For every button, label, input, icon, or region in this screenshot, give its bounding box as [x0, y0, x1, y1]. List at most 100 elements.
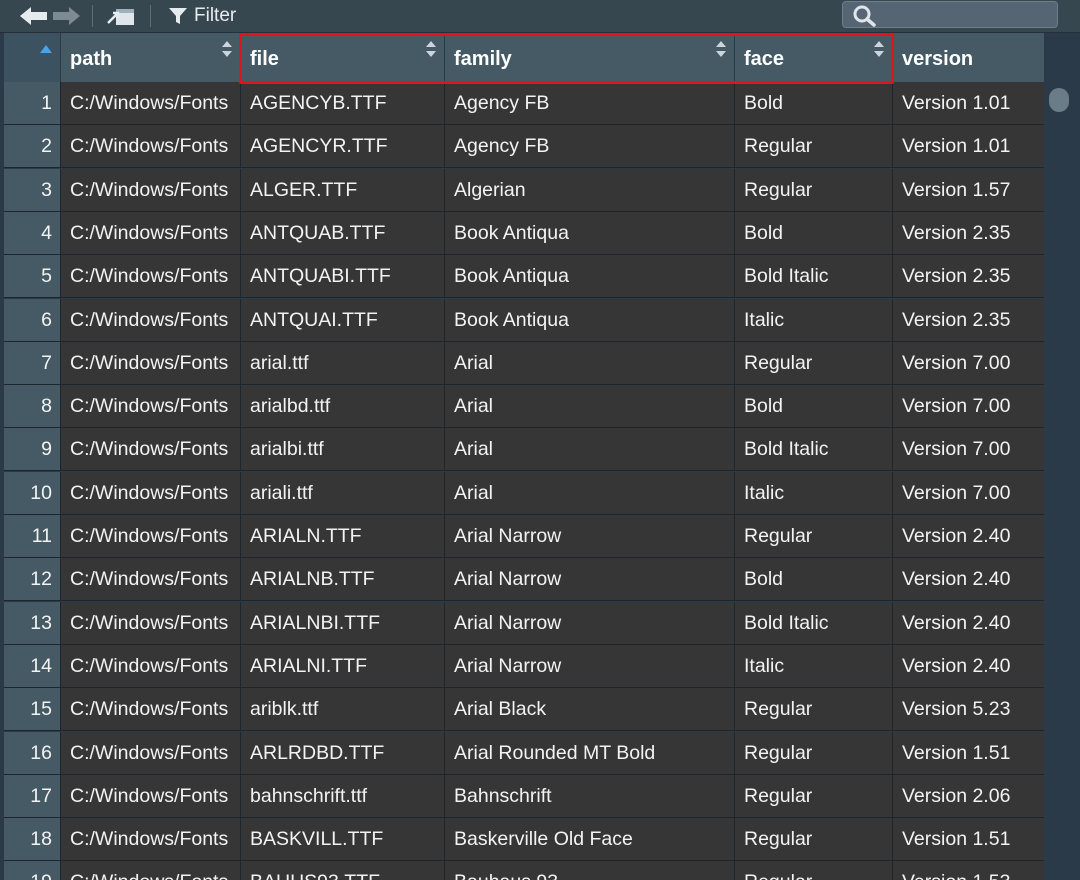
table-row[interactable]: 6 C:/Windows/Fonts ANTQUAI.TTF Book Antiqua… — [4, 298, 1044, 342]
column-header-version[interactable]: version — [893, 33, 1044, 82]
cell-face: Italic — [735, 298, 893, 341]
cell-version: Version 2.40 — [893, 601, 1044, 644]
cell-path: C:/Windows/Fonts — [61, 255, 241, 298]
cell-face: Regular — [735, 341, 893, 384]
sort-ascending-icon — [40, 45, 52, 53]
cell-face: Regular — [735, 125, 893, 168]
cell-version: Version 7.00 — [893, 341, 1044, 384]
row-number: 3 — [4, 168, 61, 211]
table-row[interactable]: 17 C:/Windows/Fonts bahnschrift.ttf Bahnsch… — [4, 774, 1044, 818]
scroll-corner — [1044, 33, 1080, 82]
cell-family: Book Antiqua — [445, 211, 735, 254]
cell-face: Bold — [735, 385, 893, 428]
column-header-family[interactable]: family — [445, 33, 735, 82]
table-row[interactable]: 12 C:/Windows/Fonts ARIALNB.TTF Arial Narro… — [4, 558, 1044, 602]
arrow-right-icon — [53, 7, 80, 25]
sort-arrows-icon — [222, 41, 232, 57]
column-header-face[interactable]: face — [735, 33, 893, 82]
cell-path: C:/Windows/Fonts — [61, 818, 241, 861]
row-number: 14 — [4, 644, 61, 687]
filter-button[interactable]: Filter — [168, 4, 248, 28]
cell-face: Bold — [735, 211, 893, 254]
viewer-toolbar: Filter — [0, 0, 1080, 33]
table-row[interactable]: 2 C:/Windows/Fonts AGENCYR.TTF Agency FB Reg… — [4, 125, 1044, 169]
cell-file: ariblk.ttf — [241, 688, 445, 731]
cell-family: Baskerville Old Face — [445, 818, 735, 861]
cell-file: BASKVILL.TTF — [241, 818, 445, 861]
table-row[interactable]: 8 C:/Windows/Fonts arialbd.ttf Arial Bold Ver… — [4, 385, 1044, 429]
cell-path: C:/Windows/Fonts — [61, 644, 241, 687]
popout-button[interactable] — [106, 4, 136, 28]
column-header-file[interactable]: file — [241, 33, 445, 82]
table-row[interactable]: 13 C:/Windows/Fonts ARIALNBI.TTF Arial Narr… — [4, 601, 1044, 645]
cell-version: Version 1.01 — [893, 82, 1044, 124]
row-number: 10 — [4, 471, 61, 514]
cell-family: Arial Narrow — [445, 515, 735, 557]
search-input[interactable] — [883, 4, 1055, 27]
cell-family: Algerian — [445, 168, 735, 211]
cell-version: Version 1.57 — [893, 168, 1044, 211]
sort-arrows-icon — [426, 41, 436, 57]
row-number: 1 — [4, 82, 61, 124]
table-row[interactable]: 19C:/Windows/FontsBAUHS93.TTFBauhaus 93R… — [4, 861, 1044, 880]
cell-path: C:/Windows/Fonts — [61, 558, 241, 601]
table-row[interactable]: 14 C:/Windows/Fonts ARIALNI.TTF Arial Narro… — [4, 644, 1044, 688]
table-row[interactable]: 4 C:/Windows/Fonts ANTQUAB.TTF Book Antiqua… — [4, 211, 1044, 255]
table-row[interactable]: 10 C:/Windows/Fonts ariali.ttf Arial Italic V… — [4, 471, 1044, 515]
cell-family: Book Antiqua — [445, 255, 735, 298]
cell-path: C:/Windows/Fonts — [61, 385, 241, 428]
cell-face: Regular — [735, 168, 893, 211]
forward-button[interactable] — [52, 4, 80, 28]
sort-arrows-icon — [716, 41, 726, 57]
cell-path: C:/Windows/Fonts — [61, 298, 241, 341]
cell-family: Agency FB — [445, 125, 735, 168]
row-number: 8 — [4, 385, 61, 428]
cell-face: Bold Italic — [735, 601, 893, 644]
cell-face: Bold Italic — [735, 255, 893, 298]
cell-path: C:/Windows/Fonts — [61, 168, 241, 211]
cell-file: AGENCYR.TTF — [241, 125, 445, 168]
column-header-path[interactable]: path — [61, 33, 241, 82]
row-number: 15 — [4, 688, 61, 731]
cell-family: Arial — [445, 471, 735, 514]
vertical-scrollbar[interactable] — [1044, 82, 1080, 880]
cell-path: C:/Windows/Fonts — [61, 731, 241, 774]
table-row[interactable]: 1 C:/Windows/Fonts AGENCYB.TTF Agency FB Bol… — [4, 82, 1044, 125]
table-row[interactable]: 16 C:/Windows/Fonts ARLRDBD.TTF Arial Round… — [4, 731, 1044, 775]
cell-face: Bold Italic — [735, 428, 893, 471]
column-header-label: file — [250, 48, 279, 70]
header-rownum[interactable] — [4, 33, 61, 82]
back-button[interactable] — [20, 4, 48, 28]
row-number: 16 — [4, 731, 61, 774]
cell-file: ariali.ttf — [241, 471, 445, 514]
row-number: 18 — [4, 818, 61, 861]
cell-version: Version 2.40 — [893, 558, 1044, 601]
table-row[interactable]: 7 C:/Windows/Fonts arial.ttf Arial Regular Ve… — [4, 341, 1044, 385]
cell-version: Version 2.35 — [893, 298, 1044, 341]
table-row[interactable]: 5 C:/Windows/Fonts ANTQUABI.TTF Book Antiqu… — [4, 255, 1044, 299]
cell-family: Bauhaus 93 — [445, 861, 735, 880]
toolbar-separator — [92, 5, 93, 27]
table-row[interactable]: 3 C:/Windows/Fonts ALGER.TTF Algerian Regula… — [4, 168, 1044, 212]
search-box[interactable] — [842, 1, 1058, 28]
cell-file: arialbd.ttf — [241, 385, 445, 428]
table-row[interactable]: 9 C:/Windows/Fonts arialbi.ttf Arial Bold It… — [4, 428, 1044, 472]
cell-version: Version 1.01 — [893, 125, 1044, 168]
data-grid: path file family face version 1 C:/Window… — [4, 33, 1044, 880]
cell-file: ARIALNB.TTF — [241, 558, 445, 601]
table-row[interactable]: 18 C:/Windows/Fonts BASKVILL.TTF Baskervill… — [4, 818, 1044, 862]
cell-file: arialbi.ttf — [241, 428, 445, 471]
table-row[interactable]: 15 C:/Windows/Fonts ariblk.ttf Arial Black R… — [4, 688, 1044, 732]
cell-face: Regular — [735, 818, 893, 861]
cell-path: C:/Windows/Fonts — [61, 861, 241, 880]
cell-path: C:/Windows/Fonts — [61, 341, 241, 384]
column-header-label: family — [454, 48, 512, 70]
cell-version: Version 2.40 — [893, 515, 1044, 557]
filter-label: Filter — [194, 5, 237, 26]
row-number: 9 — [4, 428, 61, 471]
table-row[interactable]: 11 C:/Windows/Fonts ARIALN.TTF Arial Narrow… — [4, 515, 1044, 558]
cell-face: Regular — [735, 861, 893, 880]
cell-file: ANTQUAI.TTF — [241, 298, 445, 341]
scrollbar-thumb[interactable] — [1049, 88, 1069, 112]
cell-file: BAUHS93.TTF — [241, 861, 445, 880]
